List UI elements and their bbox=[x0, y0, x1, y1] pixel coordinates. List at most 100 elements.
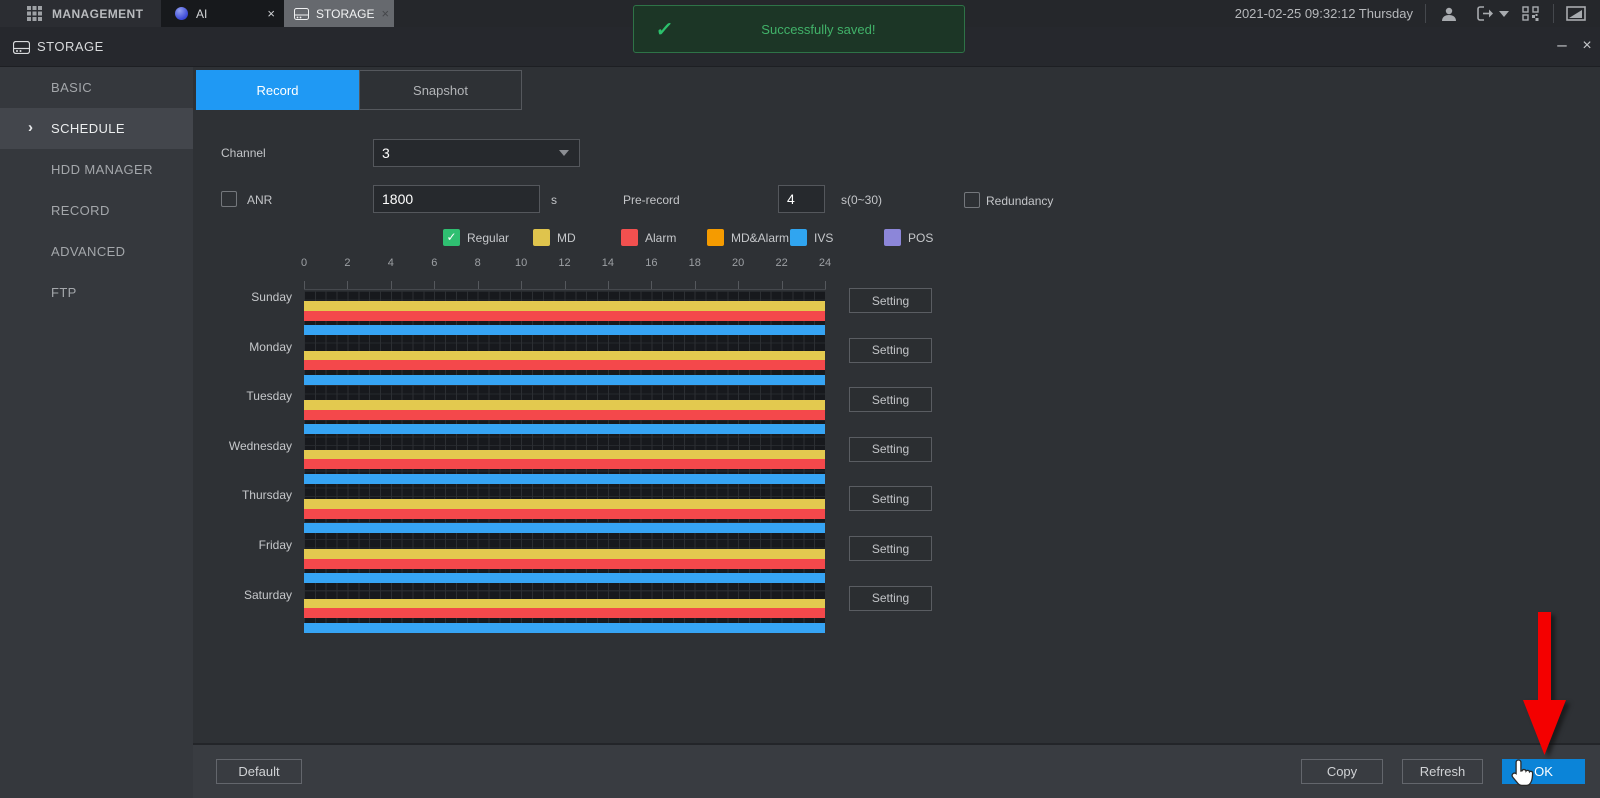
schedule-bar-ivs[interactable] bbox=[304, 623, 825, 633]
schedule-timeline-grid[interactable] bbox=[304, 291, 825, 633]
chevron-down-icon[interactable] bbox=[1499, 0, 1509, 27]
schedule-bar-ivs[interactable] bbox=[304, 573, 825, 583]
legend-checkbox-md[interactable] bbox=[533, 229, 550, 246]
sidebar-item-schedule[interactable]: ›SCHEDULE bbox=[0, 108, 193, 149]
setting-button-tuesday[interactable]: Setting bbox=[849, 387, 932, 412]
schedule-bar-alarm[interactable] bbox=[304, 509, 825, 519]
default-button[interactable]: Default bbox=[216, 759, 302, 784]
schedule-bar-alarm[interactable] bbox=[304, 410, 825, 420]
setting-button-saturday[interactable]: Setting bbox=[849, 586, 932, 611]
schedule-bar-alarm[interactable] bbox=[304, 459, 825, 469]
anr-checkbox[interactable] bbox=[221, 191, 237, 207]
channel-select[interactable]: 3 bbox=[373, 139, 580, 167]
anr-input[interactable] bbox=[373, 185, 540, 213]
schedule-bar-md[interactable] bbox=[304, 351, 825, 361]
day-label-tuesday: Tuesday bbox=[150, 390, 292, 403]
sidebar-item-advanced[interactable]: ADVANCED bbox=[0, 231, 193, 272]
divider bbox=[1553, 4, 1554, 23]
legend-checkbox-regular[interactable]: ✓ bbox=[443, 229, 460, 246]
prerecord-unit: s(0~30) bbox=[841, 193, 882, 207]
setting-button-monday[interactable]: Setting bbox=[849, 338, 932, 363]
axis-tick-mark bbox=[608, 281, 609, 289]
schedule-bar-md[interactable] bbox=[304, 400, 825, 410]
chevron-right-icon: › bbox=[28, 120, 33, 135]
anr-unit: s bbox=[551, 193, 557, 207]
schedule-bar-alarm[interactable] bbox=[304, 559, 825, 569]
legend-label-alarm: Alarm bbox=[645, 231, 676, 245]
axis-tick-label: 22 bbox=[767, 257, 797, 269]
tab-snapshot[interactable]: Snapshot bbox=[359, 70, 522, 110]
redundancy-checkbox[interactable] bbox=[964, 192, 980, 208]
axis-tick-mark bbox=[347, 281, 348, 289]
management-home[interactable]: MANAGEMENT bbox=[0, 0, 161, 27]
user-icon[interactable] bbox=[1440, 0, 1458, 27]
legend-checkbox-ivs[interactable] bbox=[790, 229, 807, 246]
schedule-bar-ivs[interactable] bbox=[304, 375, 825, 385]
setting-button-thursday[interactable]: Setting bbox=[849, 486, 932, 511]
axis-tick-mark bbox=[521, 281, 522, 289]
copy-button[interactable]: Copy bbox=[1301, 759, 1383, 784]
schedule-bar-md[interactable] bbox=[304, 301, 825, 311]
axis-tick-label: 20 bbox=[723, 257, 753, 269]
schedule-bar-ivs[interactable] bbox=[304, 424, 825, 434]
axis-tick-label: 24 bbox=[810, 257, 840, 269]
footer-bar: Default Copy Refresh OK bbox=[193, 743, 1600, 798]
schedule-bar-md[interactable] bbox=[304, 599, 825, 609]
red-annotation-arrow bbox=[1516, 608, 1576, 758]
sidebar-item-record[interactable]: RECORD bbox=[0, 190, 193, 231]
apps-grid-icon bbox=[27, 6, 42, 21]
schedule-bar-md[interactable] bbox=[304, 499, 825, 509]
schedule-bar-md[interactable] bbox=[304, 450, 825, 460]
axis-tick-mark bbox=[304, 281, 305, 289]
legend-label-pos: POS bbox=[908, 231, 933, 245]
tab-ai[interactable]: AI × bbox=[161, 0, 284, 27]
schedule-bar-ivs[interactable] bbox=[304, 523, 825, 533]
tab-record[interactable]: Record bbox=[196, 70, 359, 110]
schedule-bar-alarm[interactable] bbox=[304, 311, 825, 321]
channel-label: Channel bbox=[221, 146, 266, 160]
schedule-bar-alarm[interactable] bbox=[304, 360, 825, 370]
axis-tick-label: 8 bbox=[463, 257, 493, 269]
setting-button-sunday[interactable]: Setting bbox=[849, 288, 932, 313]
minimize-button[interactable]: – bbox=[1551, 35, 1573, 59]
success-toast: ✓ Successfully saved! bbox=[633, 5, 965, 53]
sidebar-item-hdd-manager[interactable]: HDD MANAGER bbox=[0, 149, 193, 190]
legend-label-md-alarm: MD&Alarm bbox=[731, 231, 789, 245]
close-icon[interactable]: × bbox=[381, 7, 389, 20]
close-icon[interactable]: × bbox=[267, 7, 275, 20]
monitor-icon[interactable] bbox=[1566, 0, 1586, 27]
legend-checkbox-pos[interactable] bbox=[884, 229, 901, 246]
prerecord-input[interactable] bbox=[778, 185, 825, 213]
window-title: STORAGE bbox=[37, 39, 104, 54]
sidebar-item-basic[interactable]: BASIC bbox=[0, 67, 193, 108]
tab-ai-label: AI bbox=[196, 7, 207, 21]
setting-button-friday[interactable]: Setting bbox=[849, 536, 932, 561]
datetime: 2021-02-25 09:32:12 Thursday bbox=[1235, 0, 1413, 27]
refresh-button[interactable]: Refresh bbox=[1402, 759, 1483, 784]
qr-code-icon[interactable] bbox=[1522, 0, 1539, 27]
management-label: MANAGEMENT bbox=[52, 7, 143, 21]
check-icon: ✓ bbox=[654, 17, 674, 42]
legend-checkbox-alarm[interactable] bbox=[621, 229, 638, 246]
schedule-bar-md[interactable] bbox=[304, 549, 825, 559]
tab-storage[interactable]: STORAGE × bbox=[284, 0, 394, 27]
axis-tick-label: 10 bbox=[506, 257, 536, 269]
schedule-bar-alarm[interactable] bbox=[304, 608, 825, 618]
setting-button-wednesday[interactable]: Setting bbox=[849, 437, 932, 462]
sidebar-item-label: HDD MANAGER bbox=[51, 162, 153, 177]
axis-tick-label: 14 bbox=[593, 257, 623, 269]
axis-tick-label: 4 bbox=[376, 257, 406, 269]
close-button[interactable]: × bbox=[1576, 37, 1598, 61]
legend-checkbox-md-alarm[interactable] bbox=[707, 229, 724, 246]
schedule-bar-ivs[interactable] bbox=[304, 474, 825, 484]
logout-icon[interactable] bbox=[1477, 0, 1495, 27]
schedule-bar-ivs[interactable] bbox=[304, 325, 825, 335]
day-label-thursday: Thursday bbox=[150, 489, 292, 502]
storage-drive-icon bbox=[13, 41, 30, 54]
axis-tick-mark bbox=[391, 281, 392, 289]
divider bbox=[1425, 4, 1426, 23]
axis-tick-mark bbox=[738, 281, 739, 289]
toast-message: Successfully saved! bbox=[673, 22, 964, 37]
tab-storage-label: STORAGE bbox=[316, 7, 374, 21]
prerecord-label: Pre-record bbox=[623, 193, 680, 207]
